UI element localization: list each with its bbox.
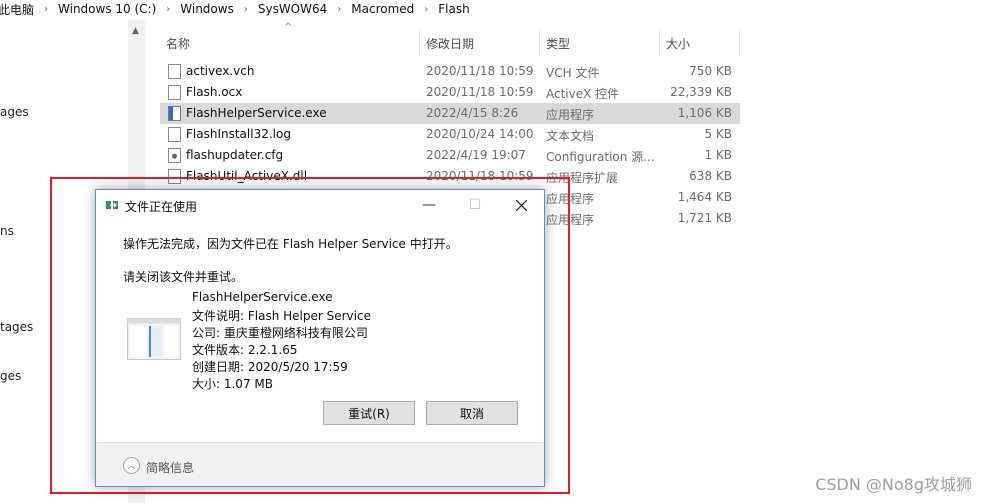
cancel-button[interactable]: 取消 — [426, 401, 518, 425]
file-name: activex.vch — [186, 64, 255, 78]
breadcrumb-item-flash[interactable]: Flash — [434, 2, 473, 16]
column-header-name-label: 名称 — [166, 36, 191, 51]
file-row[interactable]: activex.vch 2020/11/18 10:59 VCH 文件 750 … — [160, 61, 740, 82]
breadcrumb-item-this-pc[interactable]: 此电脑 — [0, 1, 38, 18]
text-file-icon — [168, 127, 181, 142]
file-move-icon — [106, 201, 118, 209]
retry-button[interactable]: 重试(R) — [323, 401, 415, 425]
breadcrumb-item-syswow64[interactable]: SysWOW64 — [254, 2, 331, 16]
maximize-icon: ☐ — [468, 197, 482, 213]
file-modified: 2020/10/24 14:00 — [426, 127, 534, 141]
scroll-up-icon[interactable]: ▲ — [132, 26, 139, 36]
file-name: FlashInstall32.log — [186, 127, 291, 141]
nav-item-4[interactable]: ges — [0, 369, 21, 383]
chevron-right-icon: › — [166, 3, 171, 15]
column-header-modified-label: 修改日期 — [426, 36, 475, 51]
file-row[interactable]: Flash.ocx 2020/11/18 10:59 ActiveX 控件 22… — [160, 82, 740, 103]
watermark: CSDN @No8g攻城狮 — [815, 475, 972, 494]
close-icon — [515, 199, 527, 211]
minimize-button[interactable]: — — [406, 190, 452, 220]
file-modified: 2020/11/18 10:59 — [426, 64, 534, 78]
file-type: Configuration 源... — [546, 150, 655, 164]
chevron-up-icon[interactable]: ︿ — [123, 457, 140, 474]
breadcrumb-item-drive[interactable]: Windows 10 (C:) — [54, 2, 160, 16]
file-size: 1,721 KB — [677, 211, 732, 225]
column-header-size[interactable]: 大小 — [660, 30, 740, 56]
breadcrumb-item-macromed[interactable]: Macromed — [347, 2, 418, 16]
file-icon — [168, 64, 181, 79]
fewer-details-link[interactable]: 简略信息 — [146, 459, 194, 476]
close-button[interactable] — [498, 190, 544, 220]
file-in-use-dialog: 文件正在使用 — ☐ 操作无法完成，因为文件已在 Flash Helper Se… — [95, 189, 545, 487]
exe-icon — [127, 318, 181, 360]
dialog-title: 文件正在使用 — [125, 200, 198, 214]
breadcrumb: 此电脑 › Windows 10 (C:) › Windows › SysWOW… — [0, 0, 986, 18]
file-size-line: 大小: 1.07 MB — [192, 377, 273, 391]
minimize-icon: — — [422, 197, 436, 213]
chevron-right-icon: › — [44, 3, 49, 15]
file-description-line: 文件说明: Flash Helper Service — [192, 309, 371, 323]
file-name-line: FlashHelperService.exe — [192, 290, 333, 304]
file-modified: 2020/11/18 10:59 — [426, 85, 534, 99]
dialog-footer: ︿ 简略信息 — [96, 442, 544, 486]
file-size: 1,464 KB — [677, 190, 732, 204]
file-size: 1 KB — [704, 148, 732, 162]
dialog-titlebar[interactable]: 文件正在使用 — ☐ — [96, 190, 544, 220]
chevron-right-icon: › — [243, 3, 248, 15]
file-type: 应用程序 — [546, 108, 595, 122]
file-version-line: 文件版本: 2.2.1.65 — [192, 343, 298, 357]
file-size: 638 KB — [689, 169, 732, 183]
file-type: VCH 文件 — [546, 66, 600, 80]
column-header-type[interactable]: 类型 — [540, 30, 660, 56]
nav-item-3[interactable]: tages — [0, 320, 33, 334]
file-created-line: 创建日期: 2020/5/20 17:59 — [192, 360, 348, 374]
file-company-line: 公司: 重庆重橙网络科技有限公司 — [192, 326, 368, 340]
file-icon — [168, 85, 181, 100]
file-size: 22,339 KB — [670, 85, 732, 99]
breadcrumb-item-windows[interactable]: Windows — [176, 2, 238, 16]
chevron-right-icon: › — [424, 3, 429, 15]
file-modified: 2022/4/15 8:26 — [426, 106, 519, 120]
dialog-message: 操作无法完成，因为文件已在 Flash Helper Service 中打开。 — [123, 237, 458, 251]
file-size: 1,106 KB — [677, 106, 732, 120]
nav-item-1[interactable]: ages — [0, 105, 29, 119]
file-row[interactable]: flashupdater.cfg 2022/4/19 19:07 Configu… — [160, 145, 740, 166]
column-header-modified[interactable]: 修改日期 — [420, 30, 540, 56]
file-type: 文本文档 — [546, 129, 595, 143]
file-name: Flash.ocx — [186, 85, 243, 99]
chevron-right-icon: › — [337, 3, 342, 15]
file-modified: 2022/4/19 19:07 — [426, 148, 526, 162]
column-header-type-label: 类型 — [546, 36, 571, 51]
nav-item-2[interactable]: ns — [0, 224, 14, 238]
dialog-instruction: 请关闭该文件并重试。 — [123, 270, 244, 284]
file-size: 750 KB — [689, 64, 732, 78]
exe-icon — [168, 106, 181, 121]
maximize-button: ☐ — [452, 190, 498, 220]
file-row-selected[interactable]: FlashHelperService.exe 2022/4/15 8:26 应用… — [160, 103, 740, 124]
config-file-icon — [168, 148, 181, 163]
file-type: ActiveX 控件 — [546, 87, 620, 101]
column-header-name[interactable]: 名称 — [160, 30, 420, 56]
file-row[interactable]: FlashInstall32.log 2020/10/24 14:00 文本文档… — [160, 124, 740, 145]
column-header-size-label: 大小 — [666, 36, 691, 51]
file-name: FlashHelperService.exe — [186, 106, 327, 120]
file-name: flashupdater.cfg — [186, 148, 284, 162]
file-size: 5 KB — [704, 127, 732, 141]
